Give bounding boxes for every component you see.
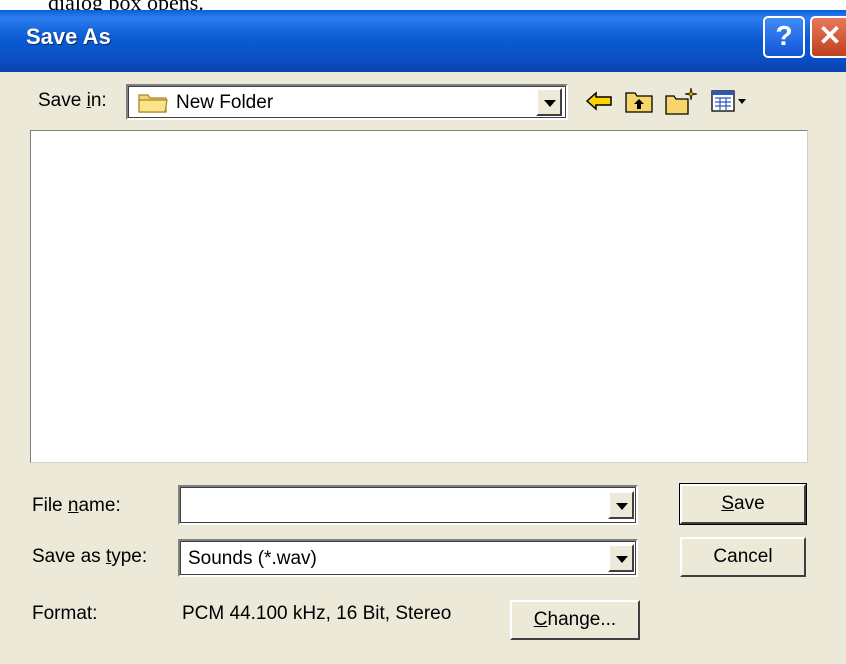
save-in-label: Save in: xyxy=(38,90,107,111)
new-folder-icon[interactable] xyxy=(664,86,700,116)
cancel-button[interactable]: Cancel xyxy=(680,537,806,577)
up-one-level-icon[interactable] xyxy=(624,86,656,116)
save-in-dropdown-button[interactable] xyxy=(536,88,562,116)
format-label: Format: xyxy=(32,603,98,624)
save-button[interactable]: Save xyxy=(679,483,807,525)
title-bar[interactable]: Save As ? ✕ xyxy=(0,10,846,72)
file-list[interactable] xyxy=(30,130,808,463)
folder-icon xyxy=(138,94,168,113)
back-arrow-icon[interactable] xyxy=(584,86,614,116)
close-button[interactable]: ✕ xyxy=(810,16,846,58)
save-as-type-dropdown-button[interactable] xyxy=(608,544,634,572)
dialog-title: Save As xyxy=(26,24,111,49)
file-name-label: File name: xyxy=(32,495,121,516)
file-name-combo[interactable] xyxy=(178,485,638,525)
file-name-dropdown-button[interactable] xyxy=(608,491,634,519)
help-button[interactable]: ? xyxy=(763,16,805,58)
change-button[interactable]: Change... xyxy=(510,600,640,640)
save-as-type-value: Sounds (*.wav) xyxy=(188,548,317,569)
save-in-combo[interactable]: New Folder xyxy=(126,84,568,120)
save-in-value: New Folder xyxy=(176,92,274,113)
view-menu-icon[interactable] xyxy=(710,86,750,116)
format-value: PCM 44.100 kHz, 16 Bit, Stereo xyxy=(182,603,452,624)
save-as-type-label: Save as type: xyxy=(32,546,148,567)
save-as-type-combo[interactable]: Sounds (*.wav) xyxy=(178,539,638,577)
save-as-dialog: Save As ? ✕ Save in: New Folder File nam… xyxy=(0,10,846,664)
